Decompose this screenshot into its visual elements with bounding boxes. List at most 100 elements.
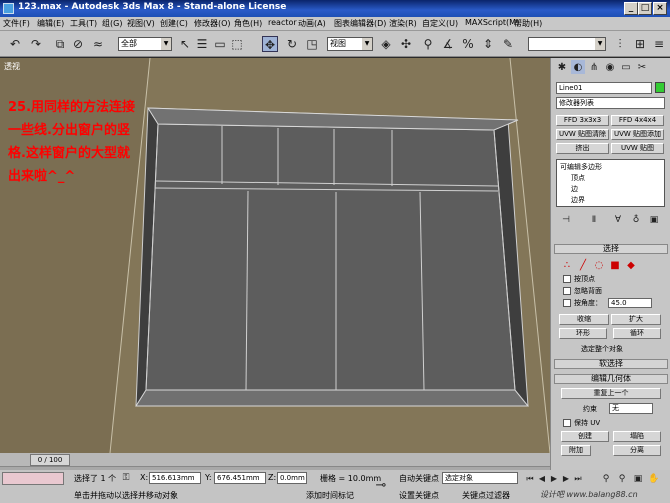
y-coordinate-field[interactable]: 676.451mm: [214, 472, 266, 484]
named-selection-sets-dropdown[interactable]: ▼: [528, 37, 606, 51]
select-by-name-icon[interactable]: ☰: [194, 36, 210, 52]
zoom-all-icon[interactable]: ⚲: [616, 471, 628, 484]
grow-button[interactable]: 扩大: [611, 314, 661, 325]
go-to-end-icon[interactable]: ⏭: [573, 471, 583, 483]
stack-root[interactable]: 可编辑多边形: [560, 162, 602, 172]
element-mode-icon[interactable]: ◆: [625, 258, 637, 271]
edit-geometry-rollout-header[interactable]: 编辑几何体: [554, 374, 668, 384]
by-angle-checkbox[interactable]: [563, 299, 571, 307]
select-and-link-icon[interactable]: ⧉: [52, 36, 68, 52]
shrink-button[interactable]: 收缩: [559, 314, 609, 325]
viewport-label[interactable]: 透视: [4, 61, 20, 72]
edge-mode-icon[interactable]: ╱: [577, 258, 589, 271]
angle-value-field[interactable]: 45.0: [608, 298, 652, 308]
set-key-button[interactable]: 设置关键点: [399, 490, 439, 501]
set-key-icon[interactable]: ⊸: [372, 478, 390, 494]
angle-snap-icon[interactable]: ∡: [440, 36, 456, 52]
select-object-icon[interactable]: ↖: [177, 36, 193, 52]
uvw-map-button[interactable]: UVW 贴图: [611, 143, 664, 154]
ring-button[interactable]: 环形: [559, 328, 607, 339]
spinner-snap-icon[interactable]: ⇕: [480, 36, 496, 52]
selection-filter-dropdown[interactable]: 全部 ▼: [118, 37, 172, 51]
layer-manager-icon[interactable]: ≡: [651, 36, 667, 52]
time-slider-thumb[interactable]: 0 / 100: [30, 454, 70, 466]
menu-customize[interactable]: 自定义(U): [422, 18, 458, 29]
key-filters-button[interactable]: 关键点过滤器: [462, 490, 510, 501]
menu-character[interactable]: 角色(H): [234, 18, 262, 29]
attach-button[interactable]: 附加: [561, 445, 591, 456]
modifier-stack[interactable]: 可编辑多边形 顶点 边 边界: [556, 159, 665, 207]
selected-object-dropdown[interactable]: 选定对象: [442, 472, 518, 484]
selection-rollout-header[interactable]: 选择: [554, 244, 668, 254]
stack-edge[interactable]: 边: [571, 184, 578, 194]
modifier-list-dropdown[interactable]: 修改器列表: [556, 97, 665, 109]
extrude-button[interactable]: 挤出: [556, 143, 609, 154]
play-icon[interactable]: ▶: [549, 471, 559, 483]
close-button[interactable]: ×: [653, 2, 667, 15]
menu-tools[interactable]: 工具(T): [70, 18, 97, 29]
stack-border[interactable]: 边界: [571, 195, 585, 205]
polygon-mode-icon[interactable]: ■: [609, 258, 621, 271]
border-mode-icon[interactable]: ◌: [593, 258, 605, 271]
add-time-tag[interactable]: 添加时间标记: [306, 490, 354, 501]
unlink-icon[interactable]: ⊘: [70, 36, 86, 52]
object-name-field[interactable]: Line01: [556, 82, 652, 94]
time-slider[interactable]: 0 / 100: [0, 453, 550, 467]
pivot-center-icon[interactable]: ◈: [378, 36, 394, 52]
menu-rendering[interactable]: 渲染(R): [389, 18, 417, 29]
select-and-scale-icon[interactable]: ◳: [304, 36, 320, 52]
preserve-uvs-checkbox[interactable]: [563, 419, 571, 427]
utilities-tab-icon[interactable]: ✂: [635, 60, 649, 74]
zoom-icon[interactable]: ⚲: [600, 471, 612, 484]
percent-snap-icon[interactable]: %: [460, 36, 476, 52]
ffd-4x4x4-button[interactable]: FFD 4x4x4: [611, 115, 664, 126]
menu-animation[interactable]: 动画(A): [298, 18, 326, 29]
select-and-move-icon[interactable]: ✥: [262, 36, 278, 52]
constraints-dropdown[interactable]: 无: [609, 403, 653, 414]
menu-file[interactable]: 文件(F): [3, 18, 30, 29]
create-button[interactable]: 创建: [561, 431, 609, 442]
remove-modifier-icon[interactable]: ♁: [629, 212, 643, 225]
uvw-add-button[interactable]: UVW 贴图添加: [611, 129, 664, 140]
soft-selection-rollout-header[interactable]: 软选择: [554, 359, 668, 369]
menu-group[interactable]: 组(G): [102, 18, 122, 29]
window-crossing-icon[interactable]: ⬚: [229, 36, 245, 52]
configure-sets-icon[interactable]: ▣: [647, 212, 661, 225]
create-tab-icon[interactable]: ✱: [555, 60, 569, 74]
menu-edit[interactable]: 编辑(E): [37, 18, 64, 29]
named-selection-icon[interactable]: ✎: [500, 36, 516, 52]
select-manipulate-icon[interactable]: ✣: [398, 36, 414, 52]
vertex-mode-icon[interactable]: ∴: [561, 258, 573, 271]
hierarchy-tab-icon[interactable]: ⋔: [587, 60, 601, 74]
go-to-start-icon[interactable]: ⏮: [525, 471, 535, 483]
rectangular-selection-icon[interactable]: ▭: [212, 36, 228, 52]
collapse-button[interactable]: 塌陷: [613, 431, 661, 442]
auto-key-button[interactable]: 自动关键点: [399, 473, 439, 484]
redo-icon[interactable]: ↷: [28, 36, 44, 52]
select-and-rotate-icon[interactable]: ↻: [284, 36, 300, 52]
menu-graph-editors[interactable]: 图表编辑器(D): [334, 18, 386, 29]
menu-create[interactable]: 创建(C): [160, 18, 188, 29]
previous-frame-icon[interactable]: ◀: [537, 471, 547, 483]
lock-selection-icon[interactable]: ⚿: [120, 470, 132, 484]
display-tab-icon[interactable]: ▭: [619, 60, 633, 74]
stack-vertex[interactable]: 顶点: [571, 173, 585, 183]
reference-coordinate-dropdown[interactable]: 视图 ▼: [327, 37, 373, 51]
align-icon[interactable]: ⊞: [632, 36, 648, 52]
pan-icon[interactable]: ✋: [648, 471, 660, 484]
object-color-swatch[interactable]: [655, 82, 665, 93]
menu-reactor[interactable]: reactor: [268, 18, 297, 27]
z-coordinate-field[interactable]: 0.0mm: [277, 472, 307, 484]
repeat-last-button[interactable]: 重复上一个: [561, 388, 661, 399]
x-coordinate-field[interactable]: 516.613mm: [149, 472, 201, 484]
detach-button[interactable]: 分离: [613, 445, 661, 456]
snap-toggle-icon[interactable]: ⚲: [420, 36, 436, 52]
next-frame-icon[interactable]: ▶: [561, 471, 571, 483]
perspective-viewport[interactable]: 透视 25.用同样的方法连接一些线.分出窗户的竖格.这样窗户的大型就出来啦^_^: [0, 58, 550, 453]
zoom-extents-icon[interactable]: ▣: [632, 471, 644, 484]
motion-tab-icon[interactable]: ◉: [603, 60, 617, 74]
modify-tab-icon[interactable]: ◐: [571, 60, 585, 74]
bind-to-space-warp-icon[interactable]: ≈: [90, 36, 106, 52]
by-vertex-checkbox[interactable]: [563, 275, 571, 283]
ignore-backfacing-checkbox[interactable]: [563, 287, 571, 295]
